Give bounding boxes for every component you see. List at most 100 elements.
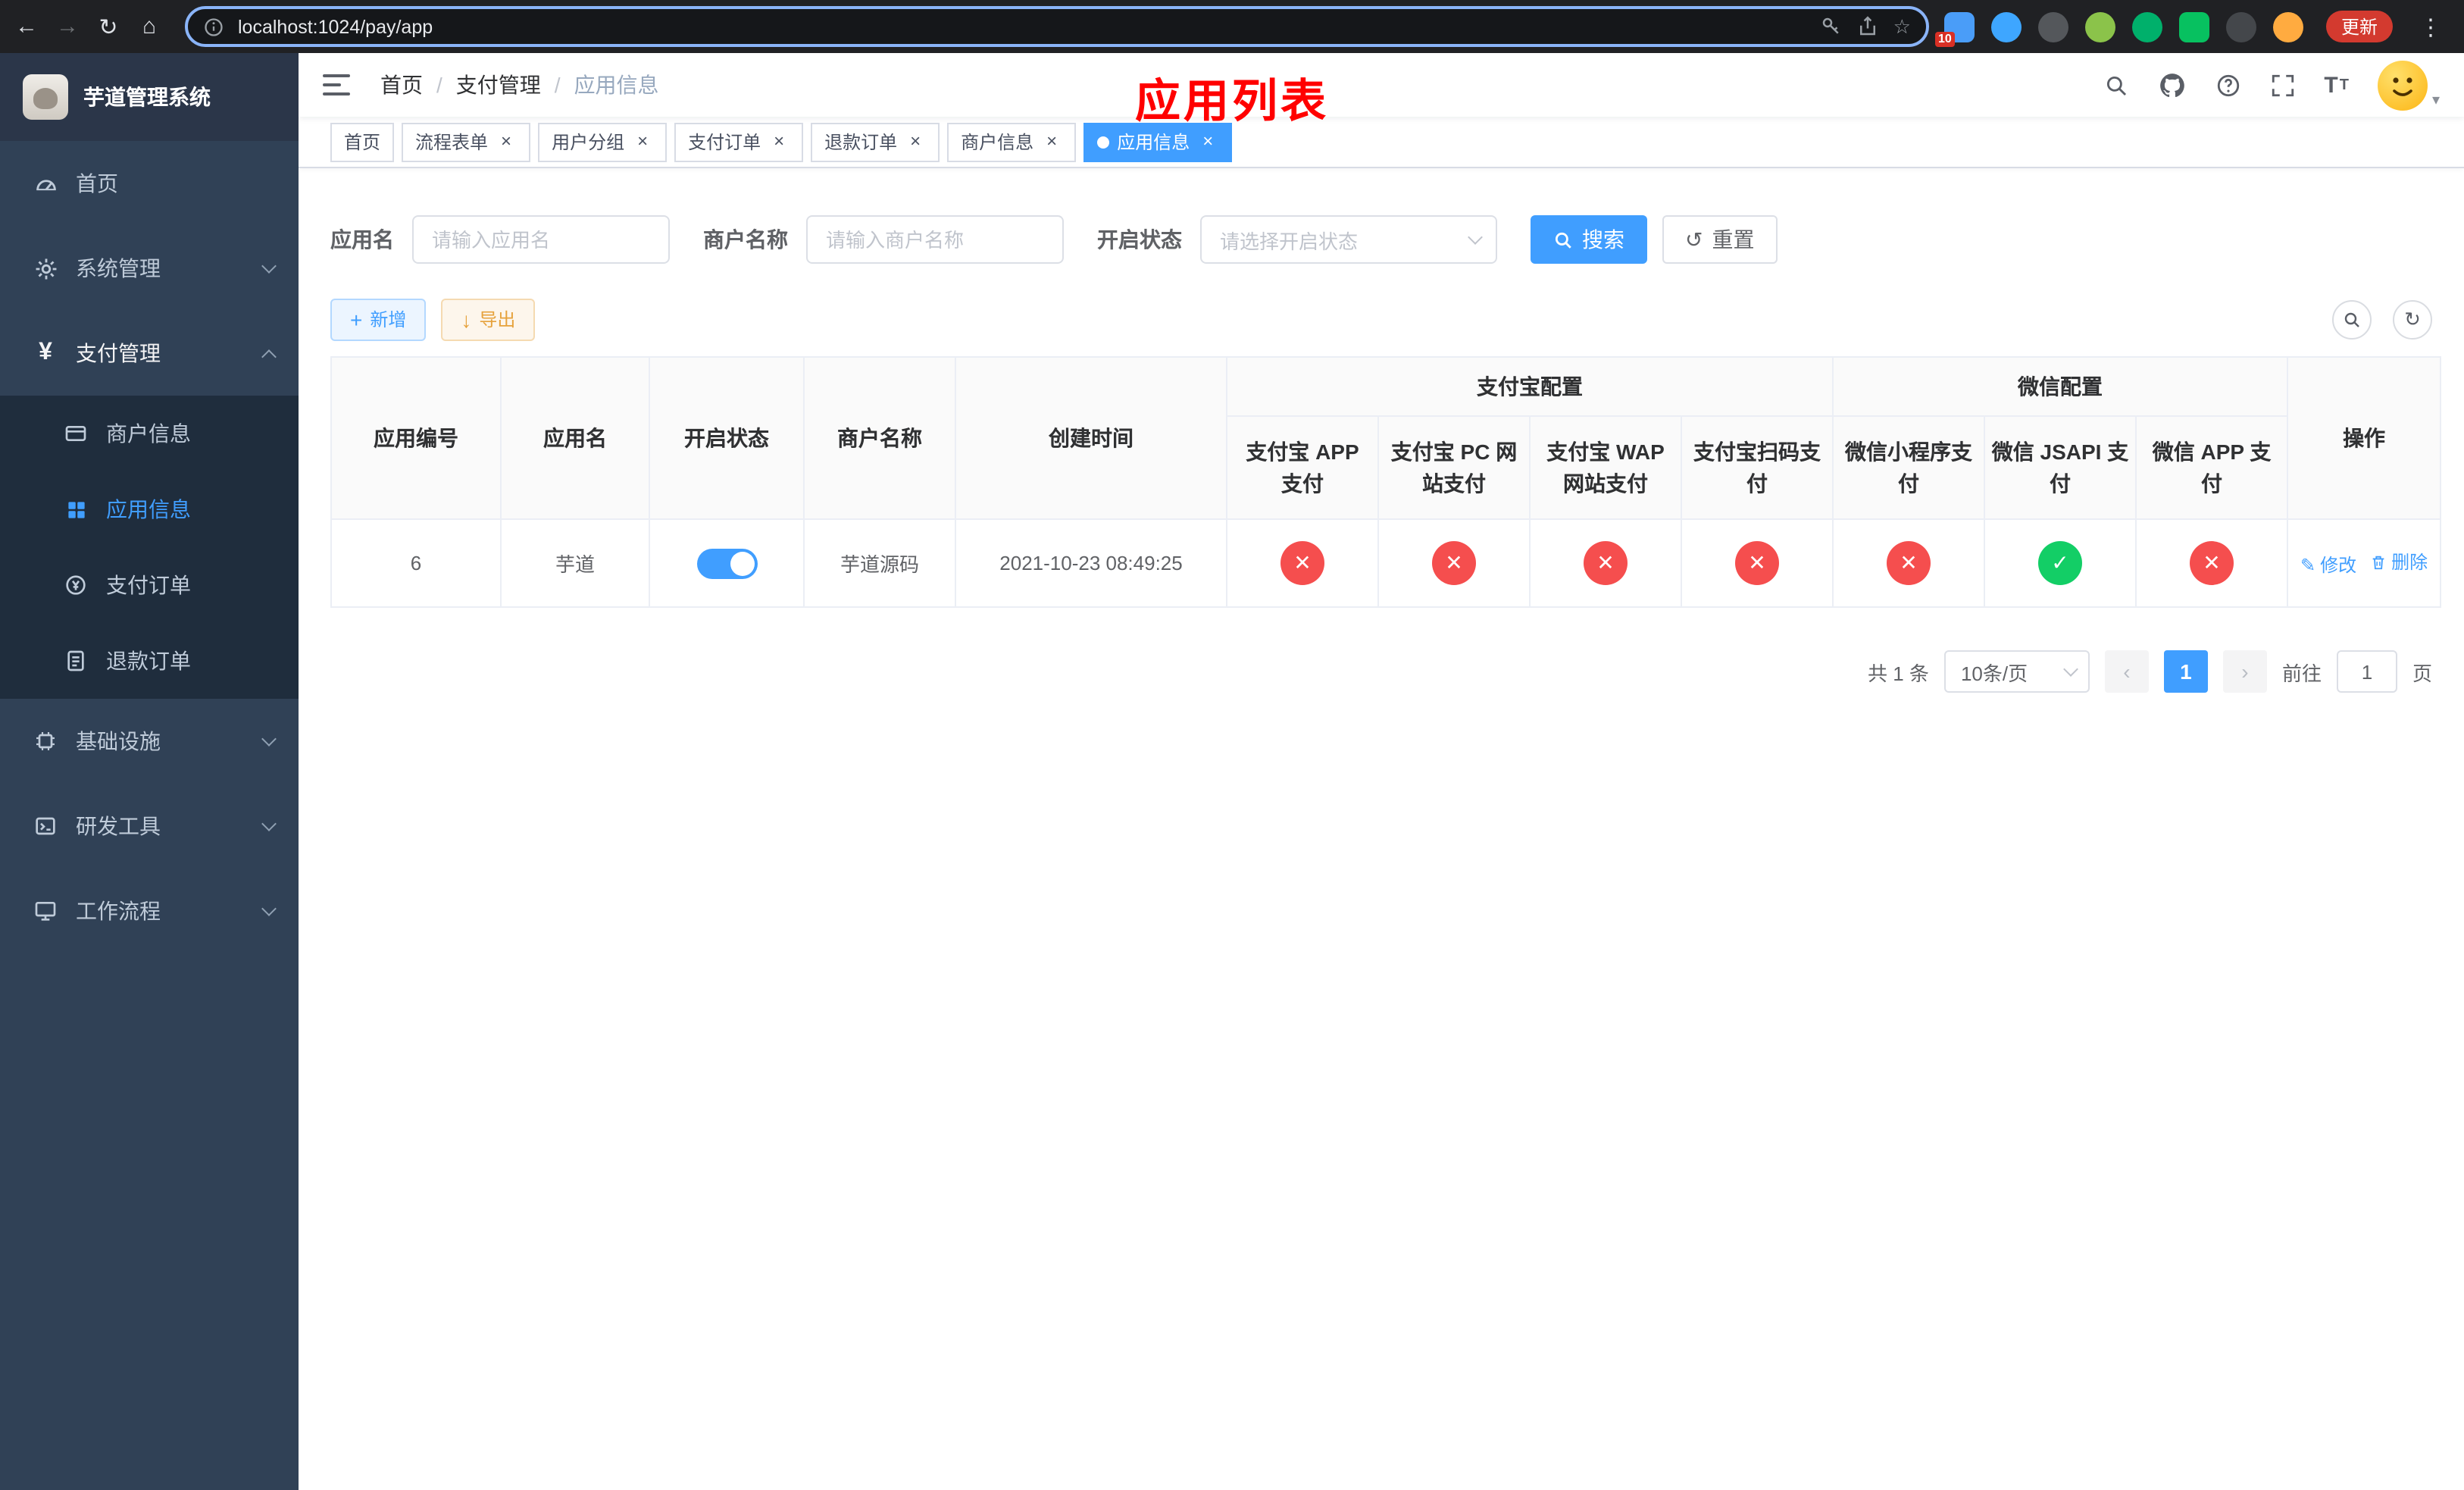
monitor-icon: [30, 899, 61, 923]
sidebar-item-payment[interactable]: ¥ 支付管理: [0, 311, 299, 396]
page-size-select[interactable]: 10条/页: [1943, 650, 2090, 693]
app-name-label: 应用名: [330, 227, 394, 252]
trash-icon: [2372, 555, 2384, 569]
terminal-icon: [30, 814, 61, 838]
cell-status: [649, 518, 805, 608]
user-avatar[interactable]: ▾: [2377, 60, 2440, 110]
export-button[interactable]: ↓ 导出: [441, 298, 536, 340]
col-group-wechat: 微信配置: [1831, 356, 2289, 417]
extension-icon[interactable]: [2037, 11, 2068, 42]
tab-process-form[interactable]: 流程表单 ×: [402, 122, 531, 161]
apps-table: 应用编号 应用名 开启状态 商户名称 创建时间 支付宝配置 微信配置 操作 支付…: [330, 356, 2442, 608]
extension-icon[interactable]: [2225, 11, 2256, 42]
font-size-icon[interactable]: TT: [2324, 72, 2349, 98]
search-icon[interactable]: [2103, 72, 2128, 98]
search-button[interactable]: 搜索: [1531, 215, 1647, 264]
prev-page-button[interactable]: ‹: [2104, 650, 2149, 693]
close-icon[interactable]: ×: [905, 130, 926, 152]
col-alipay-pc: 支付宝 PC 网站支付: [1377, 415, 1531, 520]
sidebar-item-app-info[interactable]: 应用信息: [0, 471, 299, 547]
refresh-icon: ↻: [2404, 307, 2421, 330]
col-group-alipay: 支付宝配置: [1226, 356, 1834, 417]
extension-icon[interactable]: [2084, 11, 2115, 42]
sidebar-item-merchant-info[interactable]: 商户信息: [0, 396, 299, 471]
toggle-search-button[interactable]: [2332, 299, 2372, 339]
page-1-button[interactable]: 1: [2163, 650, 2208, 693]
forward-button[interactable]: →: [47, 6, 88, 47]
col-merchant: 商户名称: [803, 356, 956, 520]
close-icon[interactable]: ×: [632, 130, 653, 152]
cell-merchant: 芋道源码: [803, 518, 956, 608]
grid-icon: [61, 498, 91, 521]
goto-page-input[interactable]: [2336, 650, 2397, 693]
bookmark-star-icon[interactable]: ☆: [1893, 14, 1911, 39]
breadcrumb-home[interactable]: 首页: [380, 70, 423, 100]
sidebar-item-refund-orders[interactable]: 退款订单: [0, 623, 299, 699]
status-toggle[interactable]: [696, 548, 757, 578]
sidebar-item-payment-orders[interactable]: 支付订单: [0, 547, 299, 623]
browser-window: ← → ↻ ⌂ localhost:1024/pay/app ☆ 10 更新 ⋮…: [0, 0, 2464, 1490]
refresh-button[interactable]: ↻: [2393, 299, 2432, 339]
main-content: 应用名 商户名称 开启状态 请选择开启状态 搜索 ↺ 重置 + 新增: [299, 168, 2464, 1490]
close-icon[interactable]: ×: [496, 130, 517, 152]
url-text[interactable]: localhost:1024/pay/app: [238, 16, 1807, 37]
logo-image: [23, 74, 68, 120]
tab-app-info[interactable]: 应用信息 ×: [1083, 122, 1233, 161]
reload-button[interactable]: ↻: [88, 6, 129, 47]
tag-tabs-bar: 首页 流程表单 × 用户分组 × 支付订单 × 退款订单 × 商户信息 × 应用…: [299, 117, 2464, 168]
edit-button[interactable]: ✎ 修改: [2300, 552, 2356, 578]
sidebar-item-infrastructure[interactable]: 基础设施: [0, 699, 299, 784]
extension-icon[interactable]: 10: [1934, 11, 1975, 46]
tab-user-group[interactable]: 用户分组 ×: [538, 122, 668, 161]
tab-refund-orders[interactable]: 退款订单 ×: [811, 122, 940, 161]
collapse-sidebar-icon[interactable]: [323, 70, 353, 100]
search-icon: [1555, 231, 1571, 248]
alipay-pc-status-icon: ✕: [1432, 541, 1476, 585]
cell-created: 2021-10-23 08:49:25: [955, 518, 1227, 608]
app-name-input[interactable]: [412, 215, 670, 264]
tab-home[interactable]: 首页: [330, 122, 395, 161]
github-icon[interactable]: [2157, 70, 2186, 99]
table-toolbar: + 新增 ↓ 导出 ↻: [330, 297, 2432, 341]
goto-label: 前往: [2281, 662, 2322, 684]
password-key-icon[interactable]: [1821, 15, 1843, 38]
extension-icon[interactable]: [2272, 11, 2303, 42]
close-icon[interactable]: ×: [1197, 130, 1218, 152]
sidebar-item-system[interactable]: 系统管理: [0, 226, 299, 311]
avatar-image: [2377, 60, 2428, 110]
sidebar-item-workflow[interactable]: 工作流程: [0, 869, 299, 953]
merchant-name-input[interactable]: [806, 215, 1064, 264]
col-wechat-app: 微信 APP 支付: [2134, 415, 2289, 520]
address-bar[interactable]: localhost:1024/pay/app ☆: [185, 6, 1929, 47]
sidebar-item-dev-tools[interactable]: 研发工具: [0, 784, 299, 869]
home-button[interactable]: ⌂: [129, 6, 170, 47]
browser-menu-icon[interactable]: ⋮: [2416, 13, 2446, 40]
filter-form: 应用名 商户名称 开启状态 请选择开启状态 搜索 ↺ 重置: [330, 215, 2432, 264]
search-icon: [2344, 311, 2359, 327]
delete-button[interactable]: 删除: [2370, 549, 2428, 574]
extension-icon[interactable]: [2178, 11, 2209, 42]
tab-payment-orders[interactable]: 支付订单 ×: [674, 122, 804, 161]
share-icon[interactable]: [1857, 15, 1880, 38]
col-alipay-scan: 支付宝扫码支付: [1681, 415, 1834, 520]
add-button[interactable]: + 新增: [330, 298, 427, 340]
tab-merchant-info[interactable]: 商户信息 ×: [947, 122, 1077, 161]
back-button[interactable]: ←: [6, 6, 47, 47]
site-info-icon[interactable]: [203, 16, 224, 37]
sidebar-item-home[interactable]: 首页: [0, 141, 299, 226]
extension-icon[interactable]: [1990, 11, 2022, 42]
help-icon[interactable]: [2215, 72, 2240, 98]
reset-button[interactable]: ↺ 重置: [1662, 215, 1778, 264]
close-icon[interactable]: ×: [768, 130, 790, 152]
breadcrumb-payment[interactable]: 支付管理: [456, 70, 541, 100]
close-icon[interactable]: ×: [1041, 130, 1062, 152]
download-icon: ↓: [461, 307, 472, 331]
extension-icon[interactable]: [2131, 11, 2162, 42]
merchant-name-label: 商户名称: [703, 227, 788, 252]
fullscreen-icon[interactable]: [2269, 72, 2295, 98]
app-logo[interactable]: 芋道管理系统: [0, 53, 299, 141]
status-select[interactable]: 请选择开启状态: [1200, 215, 1497, 264]
next-page-button[interactable]: ›: [2222, 650, 2267, 693]
extension-badge: 10: [1934, 31, 1955, 46]
chrome-update-button[interactable]: 更新: [2325, 11, 2393, 42]
